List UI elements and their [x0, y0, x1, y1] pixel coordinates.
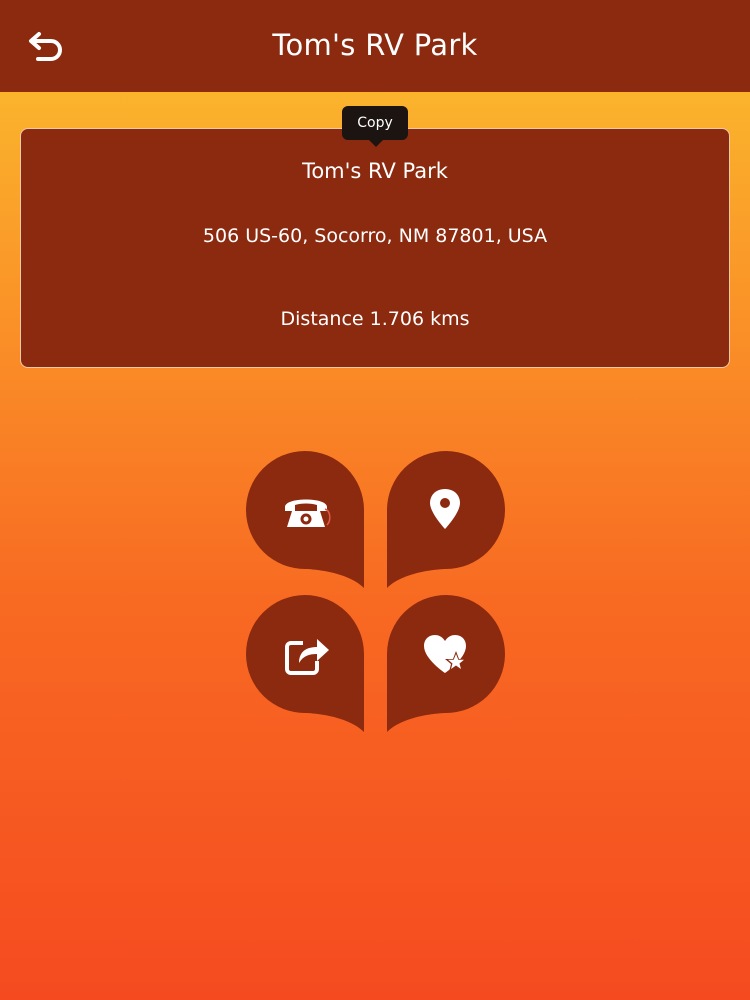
call-button[interactable]: [246, 450, 366, 590]
location-pin-icon: [430, 489, 460, 529]
share-icon: [285, 639, 329, 675]
share-button[interactable]: [246, 594, 366, 734]
location-button[interactable]: [385, 450, 505, 590]
place-distance: Distance 1.706 kms: [280, 308, 470, 330]
favorite-button[interactable]: [385, 594, 505, 734]
heart-star-icon: [424, 635, 467, 673]
copy-tooltip[interactable]: Copy: [342, 106, 408, 147]
place-name: Tom's RV Park: [302, 159, 448, 183]
place-info-card: Tom's RV Park 506 US-60, Socorro, NM 878…: [20, 128, 730, 368]
place-address[interactable]: 506 US-60, Socorro, NM 87801, USA: [21, 225, 729, 247]
header-bar: Tom's RV Park: [0, 0, 750, 92]
page-title: Tom's RV Park: [272, 28, 478, 62]
phone-icon: [285, 499, 331, 527]
